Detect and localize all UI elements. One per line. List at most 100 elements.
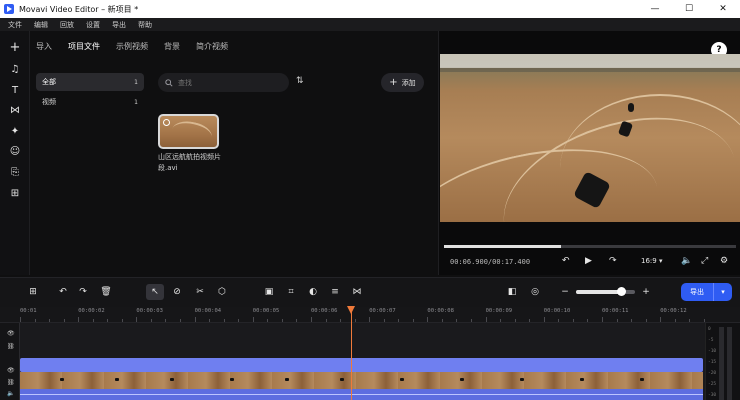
minimize-button[interactable]: — [638, 0, 672, 18]
settings-gear-icon[interactable]: ⚙ [720, 256, 728, 266]
effects-icon[interactable]: ✦ [7, 123, 23, 139]
ruler-tick-mark [340, 319, 341, 322]
undo-icon[interactable]: ↶ [56, 286, 70, 298]
menu-help[interactable]: 帮助 [130, 20, 156, 30]
ruler-tick-mark [558, 319, 560, 322]
ruler-tick-mark [674, 319, 676, 322]
media-file-name: 山区远航航拍视频片段.avi [158, 153, 221, 172]
transition-icon[interactable]: ⋈ [350, 286, 364, 298]
add-track-icon[interactable]: ⊞ [26, 286, 40, 298]
playhead-handle[interactable] [347, 306, 355, 314]
meter-scale-label: -5 [708, 338, 714, 343]
menu-file[interactable]: 文件 [0, 20, 26, 30]
tab-backgrounds[interactable]: 背景 [164, 41, 180, 52]
export-button[interactable]: 导出 ▾ [681, 283, 732, 301]
meter-scale-label: -25 [708, 382, 717, 387]
stickers-icon[interactable]: ☺ [7, 143, 23, 159]
folder-label: 全部 [42, 78, 56, 86]
sort-icon[interactable]: ⇅ [296, 76, 304, 86]
video-preview[interactable] [440, 54, 740, 222]
window-controls: — ☐ ✕ [638, 0, 740, 18]
preview-car [628, 103, 634, 112]
menu-edit[interactable]: 编辑 [26, 20, 52, 30]
maximize-button[interactable]: ☐ [672, 0, 706, 18]
ruler-tick-mark [296, 319, 298, 322]
menu-export[interactable]: 导出 [104, 20, 130, 30]
add-button[interactable]: + 添加 [381, 73, 424, 92]
chevron-down-icon[interactable]: ▾ [714, 288, 732, 296]
preview-seekbar[interactable] [444, 245, 736, 248]
redo-icon[interactable]: ↷ [76, 286, 90, 298]
window-title: Movavi Video Editor – 新项目 * [19, 4, 139, 14]
clip-frame-mark [580, 378, 584, 381]
ruler-tick-mark [354, 319, 356, 322]
zoom-slider-knob[interactable] [617, 287, 626, 296]
ruler-tick-mark [398, 319, 400, 322]
audio-icon[interactable]: 🔈 [7, 390, 14, 397]
lock-icon[interactable]: ⛓ [7, 379, 15, 386]
video-audio-clip[interactable] [20, 389, 703, 400]
volume-icon[interactable]: 🔈 [681, 256, 692, 266]
text-icon[interactable]: T [7, 82, 23, 98]
folder-video[interactable]: 视频 1 [36, 93, 144, 111]
search-box[interactable] [158, 73, 289, 92]
color-adjust-icon[interactable]: ◐ [306, 286, 320, 298]
meter-scale-label: -15 [708, 360, 717, 365]
link-icon[interactable]: ⛓ [7, 343, 15, 350]
tab-import[interactable]: 导入 [36, 41, 52, 52]
ruler-tick-mark [602, 317, 603, 322]
tools-grid-icon[interactable]: ⊞ [7, 185, 23, 201]
zoom-out-icon[interactable]: − [558, 286, 572, 298]
crop-icon[interactable]: ⌗ [284, 286, 298, 298]
media-thumbnail[interactable] [158, 114, 219, 149]
export-button-label: 导出 [690, 288, 704, 296]
ruler-tick-mark [194, 317, 196, 322]
visibility-icon[interactable]: 👁 [7, 330, 15, 337]
add-media-icon[interactable]: + [7, 39, 23, 55]
trim-tool-icon[interactable]: ⊘ [170, 286, 184, 298]
overlay-audio-clip[interactable] [20, 358, 703, 372]
volume-meter: 0 -5 -10 -15 -20 -25 -30 [705, 323, 740, 400]
tab-project-files[interactable]: 项目文件 [68, 41, 100, 52]
ruler-tick-mark [49, 319, 50, 322]
visibility-icon[interactable]: 👁 [7, 367, 15, 374]
delete-icon[interactable]: 🗑 [99, 286, 113, 298]
ruler-tick-mark [179, 319, 181, 322]
ruler-tick-mark [645, 319, 647, 322]
zoom-slider[interactable] [576, 290, 635, 294]
ruler-tick-mark [456, 319, 458, 322]
ruler-tick-mark [78, 317, 80, 322]
ruler-tick-mark [252, 317, 254, 322]
menu-playback[interactable]: 回放 [52, 20, 78, 30]
ruler-tick-label: 00:01 [20, 308, 37, 314]
rewind-icon[interactable]: ↶ [562, 256, 570, 266]
close-button[interactable]: ✕ [706, 0, 740, 18]
ruler-tick-mark [369, 317, 371, 322]
aspect-ratio-select[interactable]: 16:9 ▾ [641, 257, 662, 265]
more-tools-icon[interactable]: ⎘ [7, 164, 23, 180]
ruler-tick-mark [514, 319, 516, 322]
app-logo-icon [4, 4, 14, 14]
cut-icon[interactable]: ✂ [193, 286, 207, 298]
search-input[interactable] [178, 78, 278, 87]
clip-properties-icon[interactable]: ▣ [262, 286, 276, 298]
tab-intro-videos[interactable]: 简介视频 [196, 41, 228, 52]
forward-icon[interactable]: ↷ [609, 256, 617, 266]
audio-detach-icon[interactable]: ◧ [505, 286, 519, 298]
fullscreen-icon[interactable]: ⤢ [701, 256, 708, 266]
music-icon[interactable]: ♫ [7, 61, 23, 77]
play-icon[interactable]: ▶ [585, 256, 592, 266]
marker-icon[interactable]: ⬡ [215, 286, 229, 298]
ruler-tick-mark [427, 317, 429, 322]
zoom-in-icon[interactable]: + [639, 286, 653, 298]
playhead-line [351, 312, 352, 400]
select-tool-icon[interactable]: ↖ [146, 284, 164, 300]
tab-sample-videos[interactable]: 示例视频 [116, 41, 148, 52]
equalizer-icon[interactable]: ≡ [328, 286, 342, 298]
folder-all[interactable]: 全部 1 [36, 73, 144, 91]
menu-settings[interactable]: 设置 [78, 20, 104, 30]
transitions-icon[interactable]: ⋈ [7, 102, 23, 118]
video-clip[interactable] [20, 372, 703, 389]
snap-icon[interactable]: ◎ [528, 286, 542, 298]
ruler-tick-mark [34, 319, 36, 322]
